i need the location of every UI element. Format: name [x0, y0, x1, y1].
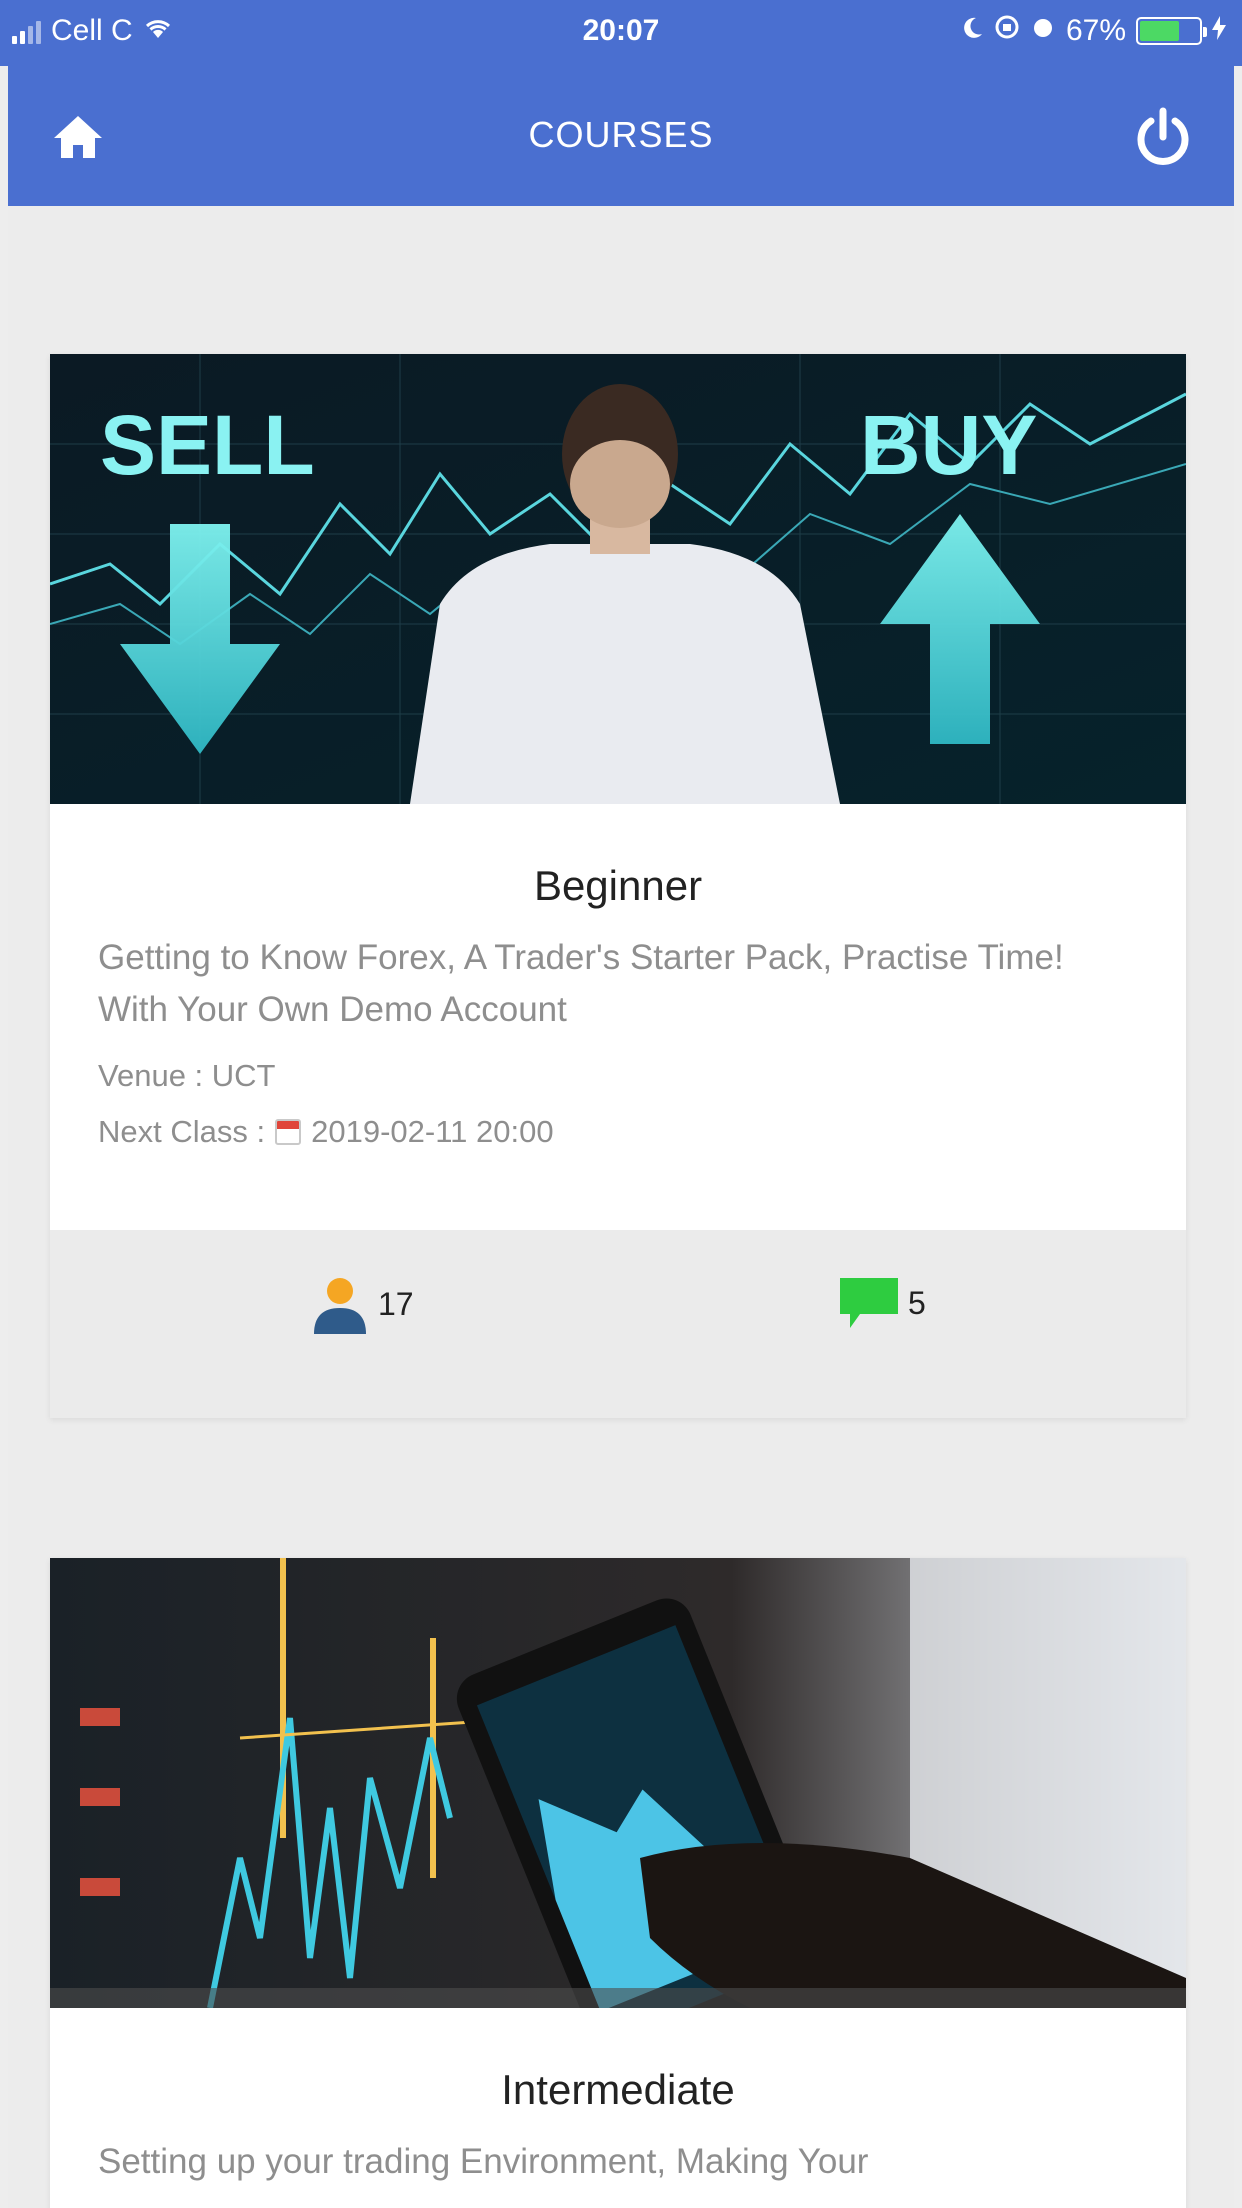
- orientation-lock-icon: [994, 14, 1020, 48]
- course-image: SELL BUY: [50, 354, 1186, 804]
- course-card-beginner[interactable]: SELL BUY Beginner Getting to Know Forex,…: [50, 354, 1186, 1418]
- battery-percent: 67%: [1065, 14, 1126, 47]
- page-title: COURSES: [528, 114, 714, 155]
- user-icon: [314, 1278, 366, 1334]
- buy-text: BUY: [860, 398, 1037, 492]
- charging-icon: [1212, 14, 1226, 48]
- course-body: Beginner Getting to Know Forex, A Trader…: [50, 804, 1186, 1150]
- course-title: Intermediate: [501, 2066, 735, 2113]
- students-count[interactable]: 17: [310, 1274, 414, 1334]
- course-next-class: Next Class : 2019-02-11 20:00: [98, 1114, 1138, 1150]
- power-icon: [1137, 107, 1189, 165]
- comments-count[interactable]: 5: [838, 1274, 926, 1332]
- sell-text: SELL: [100, 398, 315, 492]
- nav-bar: COURSES: [8, 66, 1234, 206]
- course-venue: Venue : UCT: [98, 1058, 276, 1093]
- status-right: 67%: [962, 14, 1226, 48]
- next-class-label: Next Class :: [98, 1114, 266, 1149]
- course-title: Beginner: [533, 862, 703, 909]
- calendar-icon: [275, 1119, 302, 1145]
- course-body: Intermediate Setting up your trading Env…: [50, 2008, 1186, 2188]
- moon-icon: [962, 14, 984, 48]
- course-description: Setting up your trading Environment, Mak…: [98, 2142, 869, 2181]
- course-card-intermediate[interactable]: Intermediate Setting up your trading Env…: [50, 1558, 1186, 2208]
- alarm-icon: [1030, 14, 1056, 48]
- logout-button[interactable]: [1128, 102, 1198, 172]
- status-bar: Cell C 20:07 67%: [0, 0, 1242, 66]
- battery-icon: [1136, 17, 1207, 45]
- comments-value: 5: [908, 1284, 926, 1321]
- next-class-date: 2019-02-11 20:00: [311, 1114, 554, 1149]
- course-image: [50, 1558, 1186, 2008]
- students-value: 17: [378, 1285, 414, 1322]
- course-footer: 17 5: [50, 1230, 1186, 1418]
- course-list: SELL BUY Beginner Getting to Know Forex,…: [8, 206, 1234, 2208]
- comment-icon: [840, 1278, 898, 1328]
- course-description: Getting to Know Forex, A Trader's Starte…: [98, 938, 1064, 1029]
